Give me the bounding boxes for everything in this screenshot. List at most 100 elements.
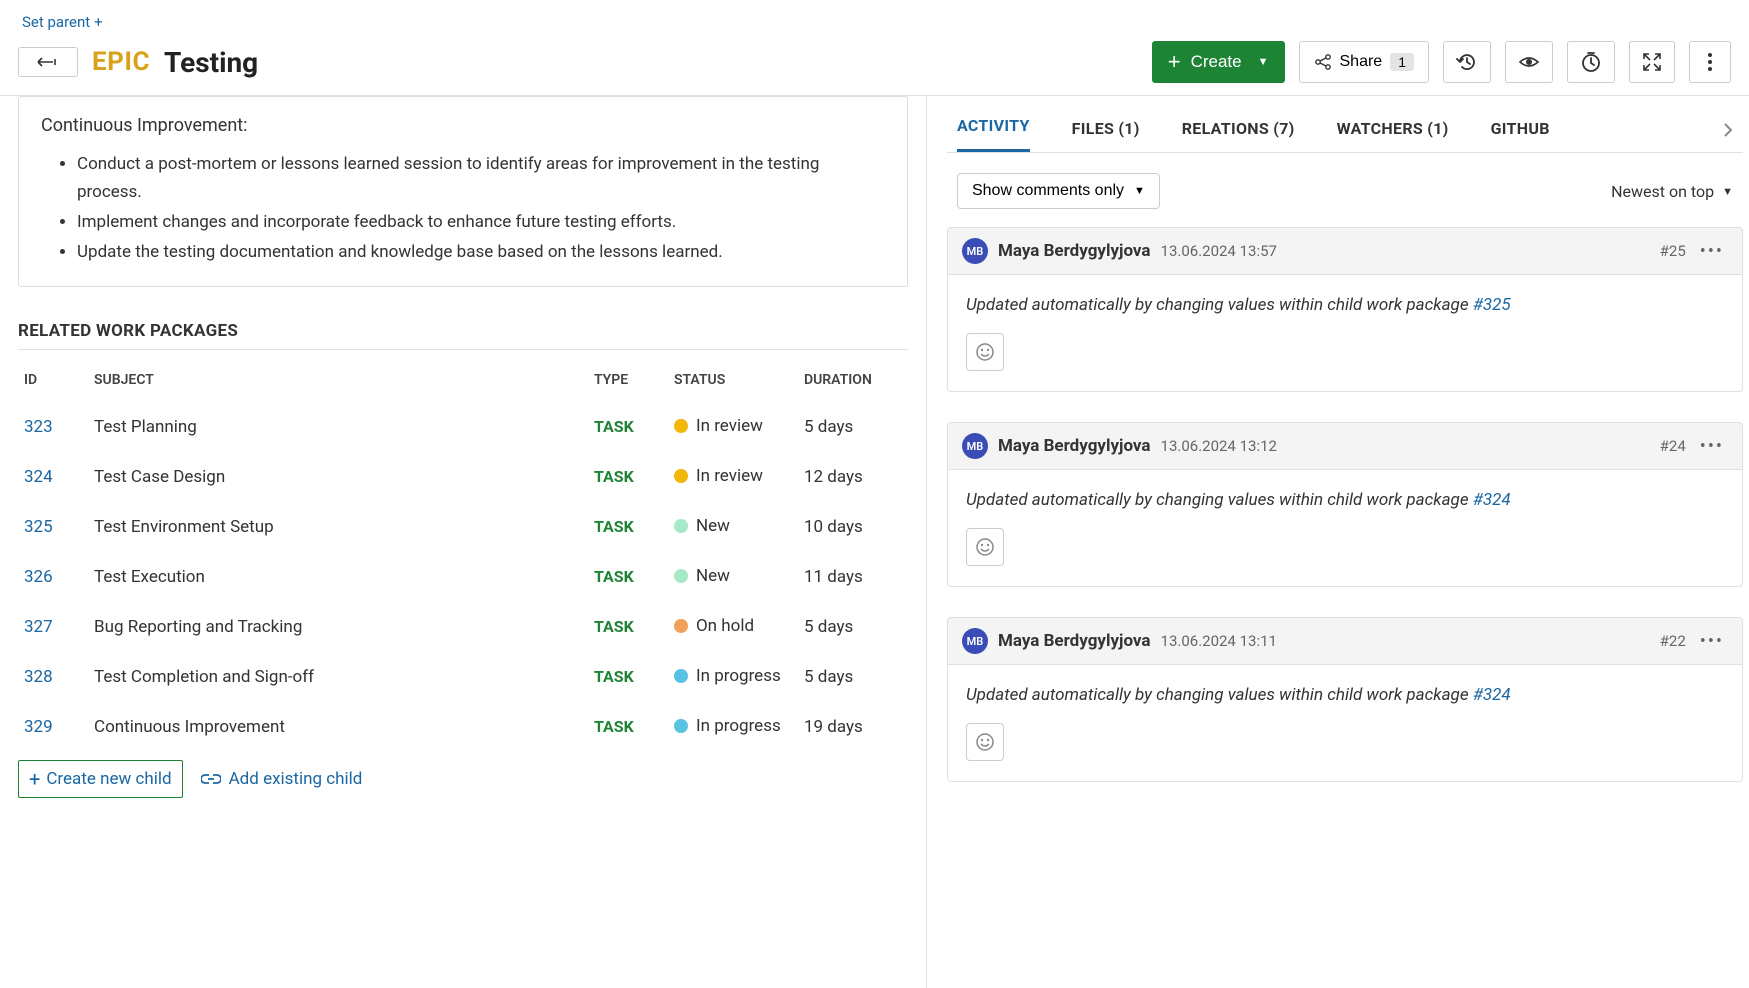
activity-body: Updated automatically by changing values… [947, 665, 1743, 782]
kebab-icon [1707, 52, 1713, 72]
react-button[interactable] [966, 333, 1004, 371]
table-row[interactable]: 323 Test Planning TASK In review 5 days [18, 402, 908, 452]
description-item: Update the testing documentation and kno… [77, 238, 885, 266]
timer-button[interactable] [1567, 41, 1615, 83]
back-button[interactable] [18, 47, 78, 77]
wp-subject: Test Completion and Sign-off [88, 652, 588, 702]
related-table: ID SUBJECT TYPE STATUS DURATION 323 Test … [18, 360, 908, 752]
wp-id-link[interactable]: 323 [24, 417, 53, 437]
status-dot-icon [674, 569, 688, 583]
col-status[interactable]: STATUS [668, 360, 798, 402]
activity-menu-button[interactable]: ••• [1696, 241, 1728, 262]
activity-number[interactable]: #24 [1660, 437, 1686, 455]
status-dot-icon [674, 719, 688, 733]
wp-duration: 12 days [798, 452, 908, 502]
react-button[interactable] [966, 723, 1004, 761]
tab-watchers[interactable]: WATCHERS (1) [1337, 119, 1449, 152]
table-row[interactable]: 327Bug Reporting and TrackingTASKOn hold… [18, 602, 908, 652]
wp-ref-link[interactable]: #324 [1473, 685, 1511, 705]
wp-id-link[interactable]: 327 [24, 617, 53, 637]
wp-status: On hold [674, 616, 754, 636]
comments-filter[interactable]: Show comments only ▼ [957, 173, 1160, 209]
description-box[interactable]: Continuous Improvement: Conduct a post-m… [18, 96, 908, 287]
description-list: Conduct a post-mortem or lessons learned… [41, 150, 885, 266]
tab-activity[interactable]: ACTIVITY [957, 116, 1030, 152]
activity-menu-button[interactable]: ••• [1696, 631, 1728, 652]
table-row[interactable]: 324Test Case DesignTASKIn review12 days [18, 452, 908, 502]
wp-ref-link[interactable]: #324 [1473, 490, 1511, 510]
wp-id-link[interactable]: 326 [24, 567, 53, 587]
wp-subject: Test Planning [88, 402, 588, 452]
sort-label: Newest on top [1611, 182, 1714, 201]
wp-id-link[interactable]: 324 [24, 467, 53, 487]
activity-message: Updated automatically by changing values… [966, 490, 1724, 510]
wp-subject: Bug Reporting and Tracking [88, 602, 588, 652]
wp-subject: Test Case Design [88, 452, 588, 502]
set-parent-link[interactable]: Set parent + [22, 13, 103, 31]
activity-message: Updated automatically by changing values… [966, 295, 1724, 315]
col-type[interactable]: TYPE [588, 360, 668, 402]
fullscreen-button[interactable] [1629, 41, 1675, 83]
wp-id-link[interactable]: 329 [24, 717, 53, 737]
history-icon [1456, 51, 1478, 73]
wp-duration: 10 days [798, 502, 908, 552]
page-title[interactable]: Testing [164, 46, 258, 79]
history-button[interactable] [1443, 41, 1491, 83]
description-item: Conduct a post-mortem or lessons learned… [77, 150, 885, 206]
col-duration[interactable]: DURATION [798, 360, 908, 402]
tab-scroll-right[interactable] [1723, 122, 1733, 152]
col-id[interactable]: ID [18, 360, 88, 402]
tab-github[interactable]: GITHUB [1491, 119, 1550, 152]
sort-toggle[interactable]: Newest on top ▼ [1611, 182, 1733, 201]
smiley-icon [975, 342, 995, 362]
share-count: 1 [1390, 53, 1414, 71]
avatar[interactable]: MB [962, 628, 988, 654]
avatar[interactable]: MB [962, 433, 988, 459]
wp-status: In review [674, 416, 763, 436]
share-icon [1314, 53, 1332, 71]
add-existing-button[interactable]: Add existing child [201, 769, 363, 789]
tab-relations[interactable]: RELATIONS (7) [1182, 119, 1295, 152]
wp-duration: 5 days [798, 402, 908, 452]
activity-header: MBMaya Berdygylyjova13.06.2024 13:57#25•… [947, 227, 1743, 275]
table-row[interactable]: 325Test Environment SetupTASKNew10 days [18, 502, 908, 552]
activity-menu-button[interactable]: ••• [1696, 436, 1728, 457]
status-dot-icon [674, 619, 688, 633]
table-row[interactable]: 328Test Completion and Sign-offTASKIn pr… [18, 652, 908, 702]
share-label: Share [1340, 53, 1383, 71]
more-button[interactable] [1689, 41, 1731, 83]
activity-body: Updated automatically by changing values… [947, 275, 1743, 392]
wp-ref-link[interactable]: #325 [1473, 295, 1511, 315]
table-row[interactable]: 326Test ExecutionTASKNew11 days [18, 552, 908, 602]
activity-time: 13.06.2024 13:11 [1161, 632, 1277, 650]
create-label: Create [1191, 52, 1242, 72]
wp-status: In progress [674, 716, 781, 736]
author-name[interactable]: Maya Berdygylyjova [998, 436, 1151, 456]
react-button[interactable] [966, 528, 1004, 566]
share-button[interactable]: Share 1 [1299, 41, 1430, 83]
activity-number[interactable]: #22 [1660, 632, 1686, 650]
author-name[interactable]: Maya Berdygylyjova [998, 631, 1151, 651]
activity-body: Updated automatically by changing values… [947, 470, 1743, 587]
chevron-right-icon [1723, 122, 1733, 138]
tab-files[interactable]: FILES (1) [1072, 119, 1140, 152]
create-button[interactable]: + Create ▼ [1152, 41, 1285, 83]
col-subject[interactable]: SUBJECT [88, 360, 588, 402]
chevron-down-icon: ▼ [1258, 56, 1269, 68]
table-row[interactable]: 329Continuous ImprovementTASKIn progress… [18, 702, 908, 752]
plus-icon: + [1168, 51, 1181, 73]
fullscreen-icon [1642, 52, 1662, 72]
wp-subject: Continuous Improvement [88, 702, 588, 752]
create-child-button[interactable]: + Create new child [18, 760, 183, 798]
watch-button[interactable] [1505, 41, 1553, 83]
activity-number[interactable]: #25 [1660, 242, 1686, 260]
wp-subject: Test Execution [88, 552, 588, 602]
wp-id-link[interactable]: 328 [24, 667, 53, 687]
wp-status: In progress [674, 666, 781, 686]
wp-type: TASK [594, 417, 634, 436]
wp-id-link[interactable]: 325 [24, 517, 53, 537]
avatar[interactable]: MB [962, 238, 988, 264]
comments-filter-label: Show comments only [972, 182, 1124, 200]
author-name[interactable]: Maya Berdygylyjova [998, 241, 1151, 261]
add-existing-label: Add existing child [229, 769, 363, 789]
